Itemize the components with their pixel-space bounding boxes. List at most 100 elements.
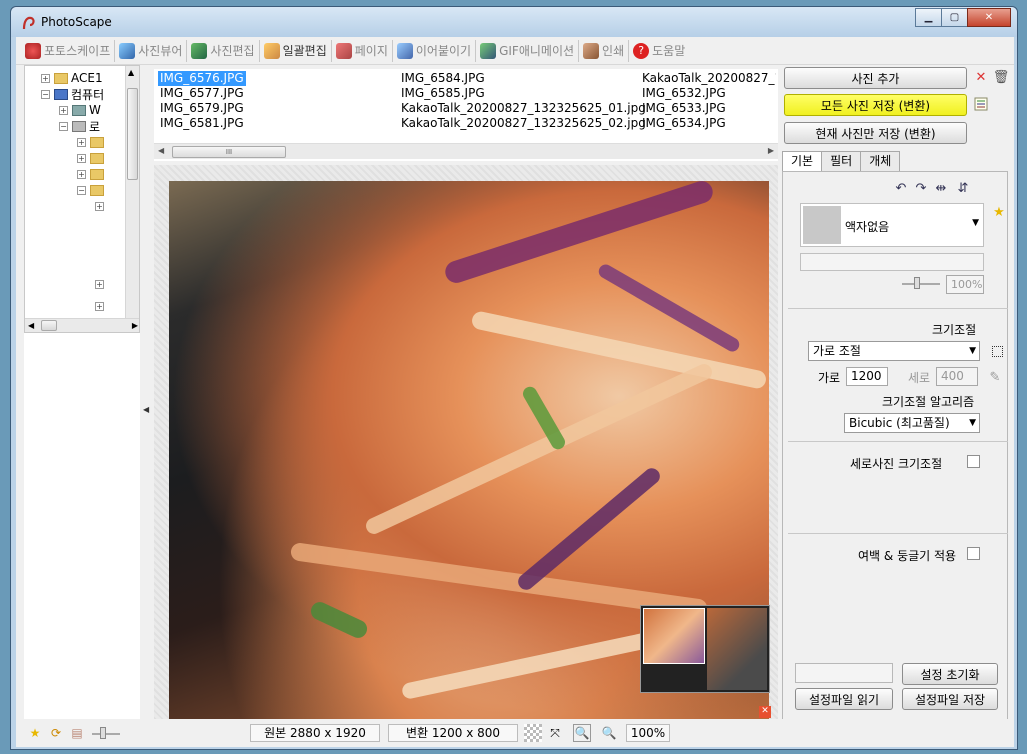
flip-vertical-icon[interactable]: ⇵ bbox=[954, 179, 972, 197]
add-photo-button[interactable]: 사진 추가 bbox=[784, 67, 967, 89]
transparency-grid-icon[interactable] bbox=[524, 724, 542, 742]
save-all-button[interactable]: 모든 사진 저장 (변환) bbox=[784, 94, 967, 116]
list-settings-icon[interactable] bbox=[972, 95, 990, 113]
file-item[interactable]: IMG_6576.JPG bbox=[158, 71, 246, 86]
expand-icon[interactable]: + bbox=[77, 137, 86, 147]
panel-splitter[interactable]: ◀ bbox=[140, 65, 150, 720]
tab-object[interactable]: 개체 bbox=[860, 151, 901, 171]
file-item[interactable]: KakaoTalk_20200827_132325625_01.jpg bbox=[399, 101, 648, 116]
tree-item[interactable]: + bbox=[77, 150, 107, 166]
minimize-button[interactable]: ▁ bbox=[915, 8, 942, 27]
file-item[interactable]: IMG_6584.JPG bbox=[399, 71, 648, 86]
tab-print[interactable]: 인쇄 bbox=[579, 39, 630, 62]
tab-page[interactable]: 페이지 bbox=[332, 39, 393, 62]
file-item[interactable]: IMG_6533.JPG bbox=[640, 101, 776, 116]
expand-icon[interactable]: + bbox=[95, 279, 104, 289]
tree-hscroll-thumb[interactable] bbox=[41, 320, 57, 331]
navigator-viewport[interactable] bbox=[643, 608, 705, 664]
tree-item[interactable]: − 컴퓨터 bbox=[41, 86, 104, 102]
trash-icon[interactable]: 🗑 bbox=[992, 68, 1010, 86]
collapse-icon[interactable]: − bbox=[59, 121, 68, 131]
file-scroll-thumb[interactable]: III bbox=[172, 146, 286, 158]
zoom-icon[interactable]: 🔍 bbox=[600, 724, 618, 742]
tree-vertical-scrollbar[interactable]: ▲ bbox=[125, 66, 139, 318]
scroll-left-icon[interactable]: ◀ bbox=[158, 146, 164, 155]
navigator-thumbnail[interactable] bbox=[640, 605, 770, 693]
file-item[interactable]: IMG_6577.JPG bbox=[158, 86, 246, 101]
expand-icon[interactable]: + bbox=[59, 105, 68, 115]
tab-viewer[interactable]: 사진뷰어 bbox=[115, 39, 188, 62]
expand-icon[interactable]: + bbox=[77, 169, 86, 179]
load-settings-button[interactable]: 설정파일 읽기 bbox=[795, 688, 893, 710]
favorite-star-icon[interactable]: ★ bbox=[990, 203, 1008, 221]
maximize-button[interactable]: ▢ bbox=[941, 8, 968, 27]
file-item[interactable]: IMG_6585.JPG bbox=[399, 86, 648, 101]
file-item[interactable]: KakaoTalk_20200827_132325625_02.jpg bbox=[399, 116, 648, 131]
tree-item[interactable]: − 로 bbox=[59, 118, 100, 134]
remove-icon[interactable]: ✕ bbox=[972, 68, 990, 86]
file-item[interactable]: IMG_6532.JPG bbox=[640, 86, 776, 101]
tree-item[interactable]: + ACE1 bbox=[41, 70, 103, 86]
portrait-resize-checkbox[interactable] bbox=[967, 455, 980, 468]
resize-box-icon[interactable] bbox=[988, 342, 1006, 360]
frame-selector[interactable]: 액자없음 ▼ bbox=[800, 203, 984, 247]
thumbnail-size-thumb[interactable] bbox=[100, 727, 106, 739]
fit-screen-icon[interactable]: ⤧ bbox=[546, 724, 564, 742]
tree-item[interactable]: + bbox=[95, 298, 108, 314]
tab-photoscape[interactable]: 포토스케이프 bbox=[21, 39, 116, 62]
opacity-slider-thumb[interactable] bbox=[914, 277, 920, 289]
tree-scroll-thumb[interactable] bbox=[127, 88, 138, 180]
expand-icon[interactable]: + bbox=[95, 201, 104, 211]
tab-help[interactable]: ? 도움말 bbox=[629, 40, 689, 62]
reset-settings-button[interactable]: 설정 초기화 bbox=[902, 663, 998, 685]
rotate-right-icon[interactable]: ↷ bbox=[912, 179, 930, 197]
tree-item[interactable]: + bbox=[95, 276, 108, 292]
rotate-left-icon[interactable]: ↶ bbox=[892, 179, 910, 197]
tree-horizontal-scrollbar[interactable]: ◀ ▶ bbox=[25, 318, 139, 332]
tab-basic[interactable]: 기본 bbox=[782, 151, 823, 173]
tab-editor[interactable]: 사진편집 bbox=[187, 39, 260, 62]
file-item[interactable]: KakaoTalk_20200827_13 bbox=[640, 71, 776, 86]
scroll-left-icon[interactable]: ◀ bbox=[28, 321, 34, 330]
expand-icon[interactable]: + bbox=[95, 301, 104, 311]
tree-item[interactable]: + bbox=[95, 198, 108, 214]
file-item[interactable]: IMG_6534.JPG bbox=[640, 116, 776, 131]
tree-item[interactable]: − bbox=[77, 182, 107, 198]
scroll-up-icon[interactable]: ▲ bbox=[128, 68, 134, 77]
tab-combine[interactable]: 이어붙이기 bbox=[393, 39, 477, 62]
tab-filter[interactable]: 필터 bbox=[821, 151, 862, 171]
tab-gif[interactable]: GIF애니메이션 bbox=[476, 39, 580, 62]
resize-mode-select[interactable]: 가로 조절 ▼ bbox=[808, 341, 980, 361]
width-input[interactable]: 1200 bbox=[846, 367, 888, 386]
collapse-icon[interactable]: − bbox=[41, 89, 50, 99]
folder-tree[interactable]: + ACE1 − 컴퓨터 + W − 로 + + + − + + + ▲ ◀ ▶ bbox=[24, 65, 140, 333]
collapse-left-icon[interactable]: ◀ bbox=[143, 405, 149, 414]
scroll-right-icon[interactable]: ▶ bbox=[132, 321, 138, 330]
tree-item[interactable]: + bbox=[77, 134, 107, 150]
scroll-right-icon[interactable]: ▶ bbox=[768, 146, 774, 155]
folder-open-icon[interactable]: ▤ bbox=[68, 724, 86, 742]
file-item[interactable]: IMG_6581.JPG bbox=[158, 116, 246, 131]
save-current-button[interactable]: 현재 사진만 저장 (변환) bbox=[784, 122, 967, 144]
close-preview-icon[interactable]: ✕ bbox=[759, 706, 771, 718]
flip-horizontal-icon[interactable]: ⇹ bbox=[932, 179, 950, 197]
rotate-icon[interactable]: ⟳ bbox=[47, 724, 65, 742]
expand-icon[interactable]: + bbox=[41, 73, 50, 83]
collapse-icon[interactable]: − bbox=[77, 185, 86, 195]
title-bar[interactable]: PhotoScape ▁ ▢ ✕ bbox=[11, 7, 1017, 37]
thumbnail-size-slider[interactable] bbox=[92, 733, 120, 735]
save-settings-button[interactable]: 설정파일 저장 bbox=[902, 688, 998, 710]
algorithm-select[interactable]: Bicubic (최고품질) ▼ bbox=[844, 413, 980, 433]
margin-round-checkbox[interactable] bbox=[967, 547, 980, 560]
tab-batch[interactable]: 일괄편집 bbox=[260, 39, 332, 62]
file-list-scrollbar[interactable]: ◀ III ▶ bbox=[154, 143, 778, 159]
file-item[interactable]: IMG_6579.JPG bbox=[158, 101, 246, 116]
actual-size-icon[interactable]: 🔍 bbox=[573, 724, 591, 742]
tree-item[interactable]: + W bbox=[59, 102, 101, 118]
star-icon[interactable]: ★ bbox=[26, 724, 44, 742]
opacity-slider[interactable] bbox=[902, 283, 940, 285]
tree-item[interactable]: + bbox=[77, 166, 107, 182]
pencil-icon[interactable]: ✎ bbox=[986, 368, 1004, 386]
expand-icon[interactable]: + bbox=[77, 153, 86, 163]
close-button[interactable]: ✕ bbox=[967, 8, 1011, 27]
